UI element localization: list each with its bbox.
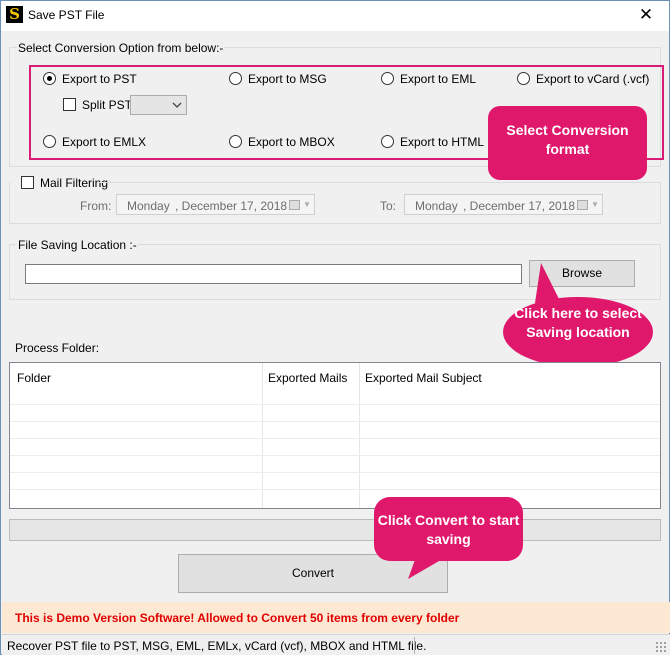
demo-notice-text: This is Demo Version Software! Allowed t… <box>15 611 460 625</box>
to-date-picker[interactable]: Monday , December 17, 2018 ▼ <box>404 194 603 215</box>
resize-grip-icon[interactable] <box>655 641 667 653</box>
split-pst-size-dropdown[interactable] <box>130 95 187 115</box>
radio-export-html[interactable] <box>381 135 394 148</box>
option-label-html[interactable]: Export to HTML <box>400 135 484 149</box>
split-pst-label: Split PST <box>82 98 133 112</box>
process-folder-label: Process Folder: <box>15 341 100 355</box>
callout-select-format: Select Conversion format <box>488 106 647 180</box>
option-label-vcard[interactable]: Export to vCard (.vcf) <box>536 72 649 86</box>
callout-convert: Click Convert to start saving <box>374 497 523 561</box>
callout-select-saving: Click here to select Saving location <box>503 297 653 367</box>
to-label: To: <box>380 199 397 213</box>
callout-pointer <box>408 557 446 579</box>
saving-path-input[interactable] <box>25 264 522 284</box>
chevron-down-icon: ▼ <box>591 200 599 209</box>
window-title: Save PST File <box>28 8 105 22</box>
callout-pointer <box>535 263 561 303</box>
radio-export-emlx[interactable] <box>43 135 56 148</box>
radio-export-mbox[interactable] <box>229 135 242 148</box>
status-separator <box>414 637 415 654</box>
from-label: From: <box>80 199 112 213</box>
column-divider <box>262 363 263 508</box>
close-icon[interactable]: ✕ <box>633 4 659 26</box>
title-bar: S Save PST File ✕ <box>1 1 669 31</box>
conversion-progress-bar <box>9 519 661 541</box>
grid-line <box>10 404 660 405</box>
demo-notice-bar: This is Demo Version Software! Allowed t… <box>2 602 670 633</box>
conversion-group-label: Select Conversion Option from below:- <box>17 41 225 55</box>
from-date-picker[interactable]: Monday , December 17, 2018 ▼ <box>116 194 315 215</box>
grid-line <box>10 489 660 490</box>
status-text: Recover PST file to PST, MSG, EML, EMLx,… <box>7 639 427 653</box>
radio-export-eml[interactable] <box>381 72 394 85</box>
to-date: , December 17, 2018 <box>463 199 576 213</box>
status-bar: Recover PST file to PST, MSG, EML, EMLx,… <box>2 634 670 655</box>
column-divider <box>359 363 360 508</box>
split-pst-checkbox[interactable] <box>63 98 76 111</box>
chevron-down-icon <box>172 98 182 115</box>
from-date: , December 17, 2018 <box>175 199 288 213</box>
column-header-exported-mails[interactable]: Exported Mails <box>268 371 347 385</box>
option-label-msg[interactable]: Export to MSG <box>248 72 327 86</box>
radio-export-pst[interactable] <box>43 72 56 85</box>
to-day: Monday <box>415 199 458 213</box>
chevron-down-icon: ▼ <box>303 200 311 209</box>
process-folder-grid[interactable]: Folder Exported Mails Exported Mail Subj… <box>9 362 661 509</box>
grid-line <box>10 472 660 473</box>
app-icon: S <box>6 6 23 23</box>
column-header-folder[interactable]: Folder <box>17 371 51 385</box>
option-label-eml[interactable]: Export to EML <box>400 72 476 86</box>
saving-group-label: File Saving Location :- <box>17 238 138 252</box>
save-pst-window: S Save PST File ✕ Select Conversion Opti… <box>0 0 670 655</box>
from-day: Monday <box>127 199 170 213</box>
grid-line <box>10 438 660 439</box>
grid-line <box>10 455 660 456</box>
radio-export-vcard[interactable] <box>517 72 530 85</box>
grid-line <box>10 421 660 422</box>
mail-filter-divider <box>99 182 661 183</box>
option-label-emlx[interactable]: Export to EMLX <box>62 135 146 149</box>
option-label-pst[interactable]: Export to PST <box>62 72 137 86</box>
calendar-icon <box>577 200 588 210</box>
radio-export-msg[interactable] <box>229 72 242 85</box>
option-label-mbox[interactable]: Export to MBOX <box>248 135 335 149</box>
calendar-icon <box>289 200 300 210</box>
column-header-exported-subject[interactable]: Exported Mail Subject <box>365 371 482 385</box>
